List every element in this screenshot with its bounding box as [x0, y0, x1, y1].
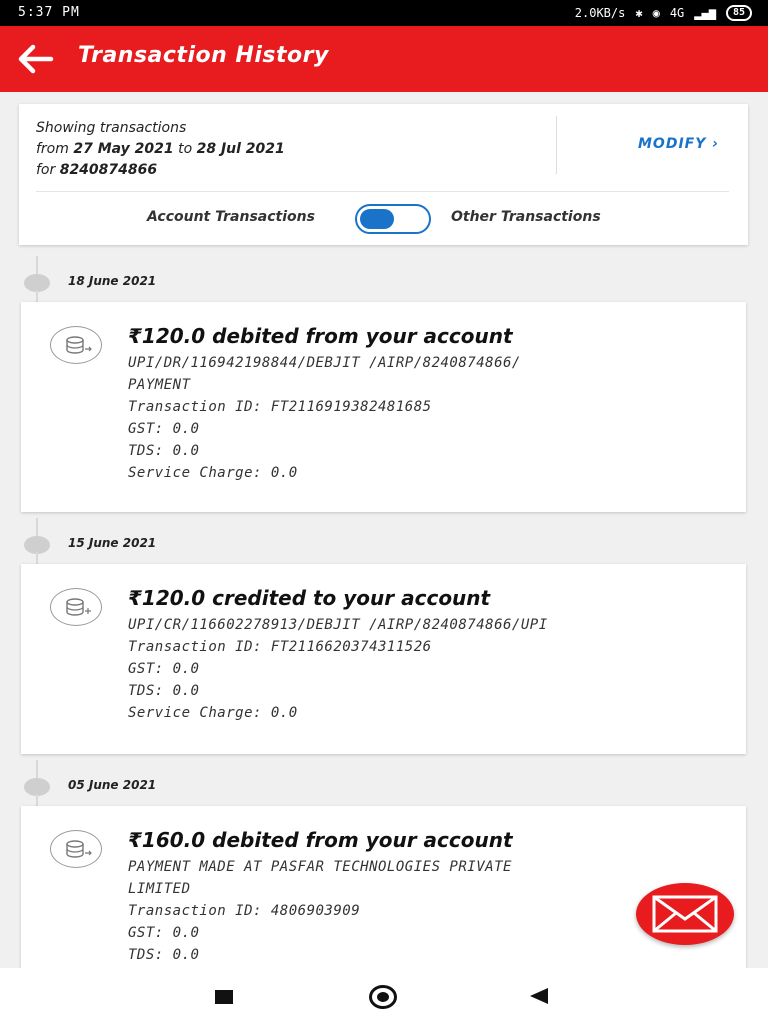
- back-arrow-icon[interactable]: [16, 42, 54, 76]
- transaction-detail-line: PAYMENT: [128, 377, 191, 393]
- timeline-line: [36, 518, 38, 538]
- tds-value: TDS: 0.0: [128, 443, 200, 459]
- modify-button[interactable]: MODIFY ›: [638, 136, 719, 152]
- transaction-details: PAYMENT MADE AT PASFAR TECHNOLOGIES PRIV…: [128, 856, 648, 966]
- service-charge-value: Service Charge: 0.0: [128, 705, 298, 721]
- transaction-date: 18 June 2021: [68, 274, 157, 288]
- to-date: 28 Jul 2021: [196, 141, 285, 157]
- timeline-line: [36, 794, 38, 806]
- status-time: 5:37 PM: [18, 5, 80, 20]
- transaction-details: UPI/DR/116942198844/DEBJIT /AIRP/8240874…: [128, 352, 648, 484]
- transaction-detail-line: PAYMENT MADE AT PASFAR TECHNOLOGIES PRIV…: [128, 859, 512, 875]
- transaction-date: 05 June 2021: [68, 778, 157, 792]
- transaction-title: ₹120.0 credited to your account: [128, 586, 491, 610]
- coins-icon: [50, 830, 102, 868]
- transaction-card[interactable]: ₹120.0 credited to your account UPI/CR/1…: [21, 564, 746, 754]
- network-speed: 2.0KB/s: [574, 6, 626, 20]
- timeline-line: [36, 760, 38, 780]
- coins-icon: [50, 588, 102, 626]
- filter-line-2: from 27 May 2021 to 28 Jul 2021: [36, 141, 285, 157]
- transaction-id: Transaction ID: FT2116620374311526: [128, 639, 432, 655]
- divider: [556, 116, 557, 174]
- toggle-knob: [360, 209, 394, 229]
- gst-value: GST: 0.0: [128, 925, 200, 941]
- filter-line-1: Showing transactions: [36, 120, 187, 136]
- bluetooth-icon: ✱: [635, 6, 643, 20]
- status-bar: 5:37 PM 2.0KB/s ✱ ◉ 4G ▂▄▆ 85: [0, 0, 768, 26]
- transaction-date: 15 June 2021: [68, 536, 157, 550]
- page-title: Transaction History: [78, 43, 329, 68]
- toggle-status-icon: ◉: [652, 6, 660, 20]
- back-icon[interactable]: [530, 988, 548, 1004]
- transaction-title: ₹120.0 debited from your account: [128, 324, 513, 348]
- recent-apps-icon[interactable]: [215, 990, 233, 1004]
- account-number: 8240874866: [59, 162, 158, 178]
- divider: [36, 191, 729, 192]
- transaction-detail-line: UPI/CR/116602278913/DEBJIT /AIRP/8240874…: [128, 617, 548, 633]
- gst-value: GST: 0.0: [128, 661, 200, 677]
- signal-icon: ▂▄▆: [694, 6, 716, 20]
- filter-summary: Showing transactions from 27 May 2021 to…: [36, 118, 285, 181]
- transaction-id: Transaction ID: 4806903909: [128, 903, 361, 919]
- transaction-type-toggle[interactable]: [355, 204, 431, 234]
- mail-fab-button[interactable]: [636, 883, 734, 945]
- service-charge-value: Service Charge: 0.0: [128, 465, 298, 481]
- transaction-title: ₹160.0 debited from your account: [128, 828, 513, 852]
- timeline-line: [36, 552, 38, 564]
- transaction-detail-line: LIMITED: [128, 881, 191, 897]
- gst-value: GST: 0.0: [128, 421, 200, 437]
- battery-icon: 85: [725, 5, 752, 21]
- transaction-type-toggle-row: Account Transactions Other Transactions: [19, 204, 748, 234]
- app-bar: Transaction History: [0, 26, 768, 92]
- timeline-line: [36, 256, 38, 276]
- transaction-detail-line: UPI/DR/116942198844/DEBJIT /AIRP/8240874…: [128, 355, 521, 371]
- account-transactions-label[interactable]: Account Transactions: [147, 209, 315, 225]
- transaction-id: Transaction ID: FT2116919382481685: [128, 399, 432, 415]
- status-icons: 2.0KB/s ✱ ◉ 4G ▂▄▆ 85: [575, 5, 752, 21]
- coins-icon: [50, 326, 102, 364]
- tds-value: TDS: 0.0: [128, 683, 200, 699]
- transaction-card[interactable]: ₹120.0 debited from your account UPI/DR/…: [21, 302, 746, 512]
- filter-line-3: for 8240874866: [36, 162, 158, 178]
- from-date: 27 May 2021: [73, 141, 174, 157]
- other-transactions-label[interactable]: Other Transactions: [451, 209, 601, 225]
- mail-icon: [652, 895, 718, 933]
- timeline-line: [36, 290, 38, 302]
- tds-value: TDS: 0.0: [128, 947, 200, 963]
- home-icon[interactable]: [369, 985, 397, 1009]
- system-nav-bar: [0, 968, 768, 1024]
- transaction-details: UPI/CR/116602278913/DEBJIT /AIRP/8240874…: [128, 614, 648, 724]
- filter-card: Showing transactions from 27 May 2021 to…: [19, 104, 748, 245]
- signal-label: 4G: [669, 6, 685, 20]
